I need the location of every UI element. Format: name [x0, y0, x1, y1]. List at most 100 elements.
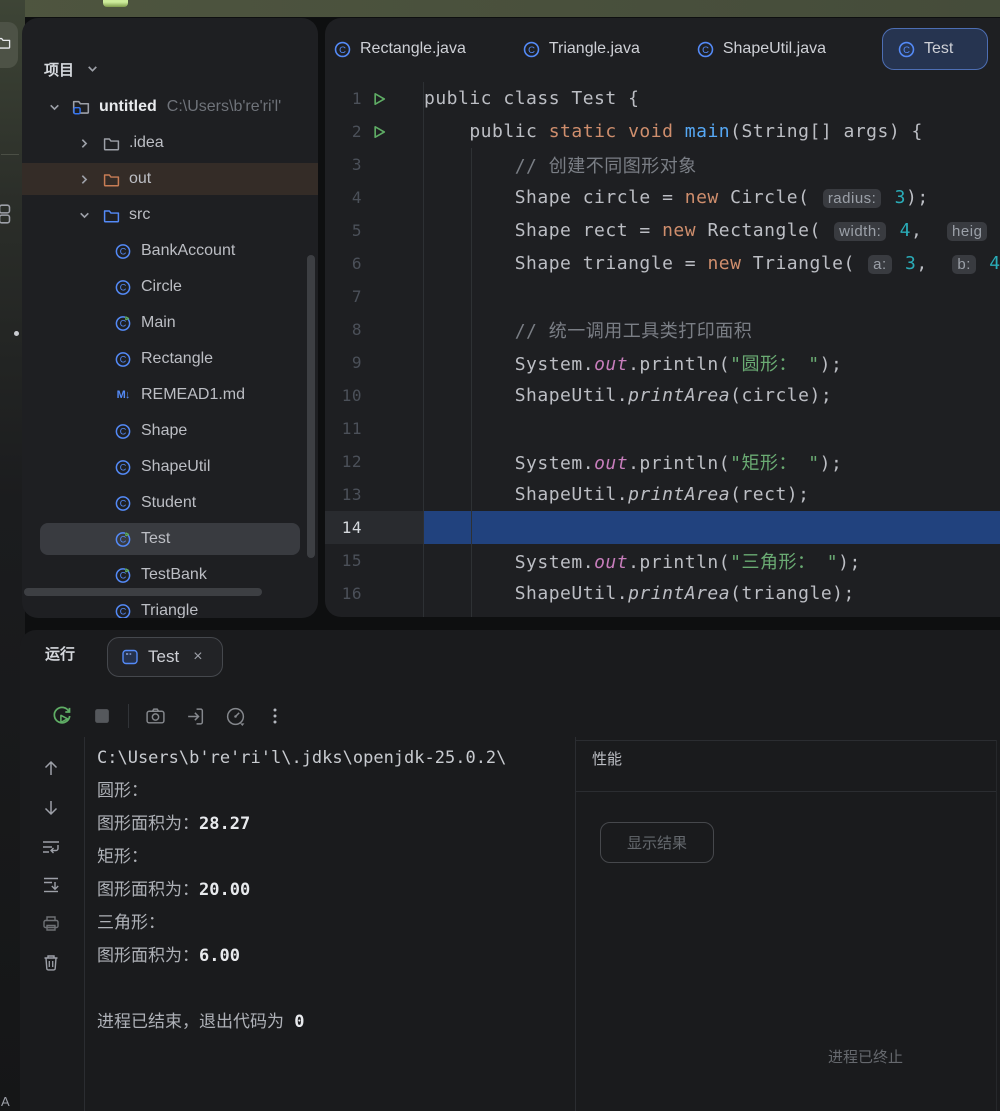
editor-panel: CRectangle.javaCTriangle.javaCShapeUtil.… — [325, 18, 1000, 617]
run-line-icon[interactable] — [362, 92, 396, 106]
process-terminated-status: 进程已终止 — [828, 1046, 903, 1067]
code-line-2[interactable]: 2 public static void main(String[] args)… — [325, 115, 1000, 148]
line-number: 8 — [325, 320, 362, 339]
kebab-icon[interactable] — [255, 706, 295, 726]
tree-item-shapeutil[interactable]: CShapeUtil — [22, 449, 318, 485]
code-line-5[interactable]: 5 Shape rect = new Rectangle( width: 4, … — [325, 214, 1000, 247]
run-line-icon[interactable] — [362, 125, 396, 139]
console-splitter[interactable] — [575, 737, 576, 1111]
line-number: 15 — [325, 551, 362, 570]
notification-dot — [14, 331, 19, 336]
code-editor[interactable]: 1public class Test {2 public static void… — [325, 82, 1000, 617]
code-line-6[interactable]: 6 Shape triangle = new Triangle( a: 3, b… — [325, 247, 1000, 280]
tree-item-circle[interactable]: CCircle — [22, 269, 318, 305]
tree-item-test[interactable]: CTest — [22, 521, 318, 557]
code-line-13[interactable]: 13 ShapeUtil.printArea(rect); — [325, 478, 1000, 511]
code-line-10[interactable]: 10 ShapeUtil.printArea(circle); — [325, 379, 1000, 412]
chevron-down-icon[interactable] — [45, 98, 63, 116]
tree-item-untitled[interactable]: untitledC:\Users\b're'ri'l' — [22, 89, 318, 125]
code-text: System.out.println("三角形： "); — [396, 548, 861, 574]
code-line-8[interactable]: 8 // 统一调用工具类打印面积 — [325, 313, 1000, 346]
run-tab-test[interactable]: Test × — [107, 637, 223, 677]
tree-item-label: ShapeUtil — [141, 458, 210, 476]
tree-item-shape[interactable]: C Shape — [22, 413, 318, 449]
code-line-9[interactable]: 9 System.out.println("圆形： "); — [325, 346, 1000, 379]
up-icon[interactable] — [41, 758, 61, 778]
project-toolwindow-button[interactable] — [0, 22, 18, 68]
console-window-icon — [121, 648, 139, 666]
class-run-icon: C — [114, 566, 132, 584]
line-number: 14 — [325, 518, 362, 537]
code-text: System.out.println("圆形： "); — [396, 350, 842, 376]
perf-panel-title: 性能 — [592, 748, 622, 769]
down-icon[interactable] — [41, 798, 61, 818]
svg-text:C: C — [120, 426, 127, 436]
show-results-button[interactable]: 显示结果 — [600, 822, 714, 863]
close-icon[interactable]: × — [193, 648, 202, 666]
stop-icon[interactable] — [82, 708, 122, 724]
tree-item-label: TestBank — [141, 566, 207, 584]
code-line-4[interactable]: 4 Shape circle = new Circle( radius: 3); — [325, 181, 1000, 214]
code-line-7[interactable]: 7 — [325, 280, 1000, 313]
chevron-right-icon[interactable] — [75, 170, 93, 188]
line-number: 16 — [325, 584, 362, 603]
code-line-14[interactable]: 14 — [325, 511, 1000, 544]
tree-item-main[interactable]: CMain — [22, 305, 318, 341]
code-text: ShapeUtil.printArea(triangle); — [396, 583, 855, 604]
code-line-1[interactable]: 1public class Test { — [325, 82, 1000, 115]
softwrap-icon[interactable] — [41, 836, 61, 858]
editor-tab-triangle-java[interactable]: CTriangle.java — [522, 40, 640, 59]
trash-icon[interactable] — [41, 952, 61, 973]
code-line-16[interactable]: 16 ShapeUtil.printArea(triangle); — [325, 577, 1000, 610]
vertical-scrollbar[interactable] — [307, 255, 315, 558]
project-panel: 项目 untitledC:\Users\b're'ri'l'.ideaoutsr… — [22, 18, 318, 618]
tree-item-label: REMEAD1.md — [141, 386, 245, 404]
structure-toolwindow-button[interactable] — [0, 203, 15, 230]
console-line: 圆形： — [97, 775, 575, 808]
console-output[interactable]: C:\Users\b're'ri'l\.jdks\openjdk-25.0.2\… — [97, 742, 575, 1111]
chevron-right-icon[interactable] — [75, 134, 93, 152]
line-number: 1 — [325, 89, 362, 108]
code-line-3[interactable]: 3 // 创建不同图形对象 — [325, 148, 1000, 181]
tree-item-label: Shape — [141, 422, 187, 440]
tree-item-src[interactable]: src — [22, 197, 318, 233]
scrollend-icon[interactable] — [41, 874, 61, 896]
gauge-icon[interactable] — [215, 706, 255, 727]
folder-icon — [102, 134, 120, 152]
console-line: 图形面积为：28.27 — [97, 808, 575, 841]
editor-tab-rectangle-java[interactable]: CRectangle.java — [333, 40, 466, 59]
class-icon: C — [522, 40, 541, 59]
folder-blue-icon — [102, 206, 120, 224]
code-text: public static void main(String[] args) { — [396, 121, 923, 142]
camera-icon[interactable] — [135, 706, 175, 727]
rerun-icon[interactable] — [42, 705, 82, 727]
code-line-11[interactable]: 11 — [325, 412, 1000, 445]
code-text: Shape circle = new Circle( radius: 3); — [396, 187, 929, 208]
tree-item-triangle[interactable]: CTriangle — [22, 593, 318, 618]
class-icon: C — [114, 350, 132, 368]
code-line-15[interactable]: 15 System.out.println("三角形： "); — [325, 544, 1000, 577]
class-icon: C — [114, 422, 132, 440]
attach-icon[interactable] — [175, 706, 215, 727]
inlay-hint: heig — [947, 222, 987, 241]
chevron-down-icon[interactable] — [75, 206, 93, 224]
tree-item-bankaccount[interactable]: CBankAccount — [22, 233, 318, 269]
editor-tab-shapeutil-java[interactable]: CShapeUtil.java — [696, 40, 826, 59]
horizontal-scrollbar[interactable] — [24, 588, 262, 596]
console-line: 进程已结束，退出代码为 0 — [97, 1006, 575, 1039]
chevron-down-icon[interactable] — [86, 62, 99, 80]
tree-item-out[interactable]: out — [22, 161, 318, 197]
tree-item-remead1-md[interactable]: M↓REMEAD1.md — [22, 377, 318, 413]
tree-item-label: Main — [141, 314, 176, 332]
project-panel-title: 项目 — [44, 59, 74, 80]
tree-item-rectangle[interactable]: CRectangle — [22, 341, 318, 377]
editor-tab-test[interactable]: CTest — [882, 28, 988, 70]
line-number: 5 — [325, 221, 362, 240]
tab-label: Test — [924, 40, 953, 58]
tree-item--idea[interactable]: .idea — [22, 125, 318, 161]
console-line: 图形面积为：20.00 — [97, 874, 575, 907]
code-line-12[interactable]: 12 System.out.println("矩形： "); — [325, 445, 1000, 478]
printer-icon[interactable] — [41, 913, 61, 934]
line-number: 11 — [325, 419, 362, 438]
tree-item-student[interactable]: CStudent — [22, 485, 318, 521]
